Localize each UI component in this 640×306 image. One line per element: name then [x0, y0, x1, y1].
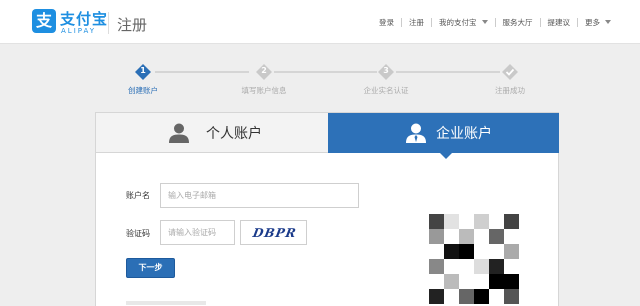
step-label: 创建账户	[128, 86, 158, 95]
active-tab-pointer	[440, 153, 452, 159]
step-3-icon: 3	[377, 63, 395, 81]
step-connector	[155, 71, 249, 73]
nav-login-link[interactable]: 登录	[372, 17, 401, 28]
step-connector	[274, 71, 377, 73]
tab-business-label: 企业账户	[436, 126, 492, 142]
step-connector	[396, 71, 500, 73]
logo-subtext: ALIPAY	[61, 27, 97, 35]
person-icon	[169, 123, 189, 143]
captcha-image[interactable]: DBPR	[240, 220, 307, 245]
step-1-icon: 1	[134, 63, 152, 81]
nav-service-hall-link[interactable]: 服务大厅	[496, 17, 540, 28]
step-label: 注册成功	[495, 86, 525, 95]
account-name-input[interactable]	[160, 183, 359, 208]
page-title: 注册	[117, 16, 148, 34]
nav-my-alipay-label: 我的支付宝	[439, 17, 477, 27]
top-nav: 登录 注册 我的支付宝 服务大厅 提建议 更多	[372, 15, 618, 29]
account-name-label: 账户名	[126, 191, 150, 200]
register-card: 个人账户 企业账户 账户名 验证码 DBPR 下一步	[95, 112, 559, 306]
tab-personal-account[interactable]: 个人账户	[96, 113, 328, 153]
logo-text[interactable]: 支付宝	[60, 8, 108, 29]
captcha-label: 验证码	[126, 229, 150, 238]
next-step-button[interactable]: 下一步	[126, 258, 175, 278]
tab-personal-label: 个人账户	[206, 126, 262, 142]
progress-steps: 1 2 3 创建账户 填写账户信息 企业实名认证 注册成功	[0, 60, 640, 100]
chevron-down-icon	[481, 20, 488, 24]
captcha-input[interactable]	[160, 220, 235, 245]
checkmark-icon	[501, 63, 519, 81]
nav-suggest-link[interactable]: 提建议	[541, 17, 578, 28]
alipay-logo-icon[interactable]: 支	[32, 9, 56, 33]
nav-register-link[interactable]: 注册	[402, 17, 431, 28]
nav-my-alipay-dropdown[interactable]: 我的支付宝	[432, 17, 495, 28]
step-2-icon: 2	[255, 63, 273, 81]
chevron-down-icon	[605, 20, 611, 24]
step-label: 企业实名认证	[363, 86, 409, 95]
tab-business-account[interactable]: 企业账户	[328, 113, 559, 159]
bottom-hint-text	[126, 301, 206, 305]
captcha-text: DBPR	[251, 226, 298, 240]
step-label: 填写账户信息	[241, 86, 287, 95]
nav-more-dropdown[interactable]: 更多	[578, 17, 618, 28]
nav-more-label: 更多	[585, 17, 600, 27]
qr-code-image	[429, 214, 519, 304]
business-person-icon	[406, 123, 426, 143]
logo-divider	[108, 12, 109, 34]
top-header: 支 支付宝 ALIPAY 注册 登录 注册 我的支付宝 服务大厅 提建议 更多	[0, 0, 640, 44]
